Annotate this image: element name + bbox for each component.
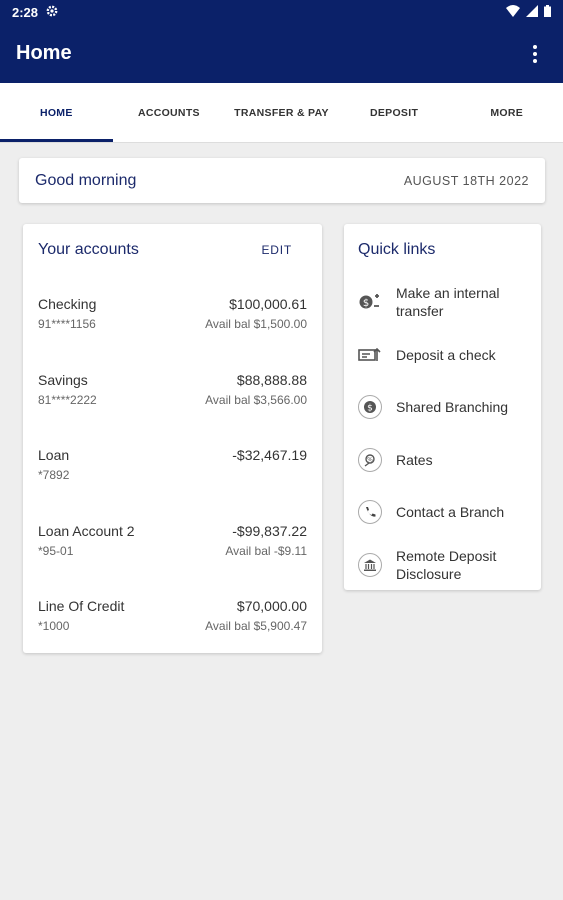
available-balance: Avail bal -$9.11 xyxy=(225,543,307,558)
app-bar: Home xyxy=(0,24,563,83)
account-balance: $70,000.00 xyxy=(236,598,307,614)
battery-icon xyxy=(544,4,551,20)
tab-more[interactable]: MORE xyxy=(450,83,563,142)
edit-accounts-button[interactable]: EDIT xyxy=(261,243,292,257)
greeting-card: Good morning AUGUST 18TH 2022 xyxy=(19,158,545,203)
quick-links-card: Quick links $ Make an internal transfer … xyxy=(344,224,541,590)
quick-link-internal-transfer[interactable]: $ Make an internal transfer xyxy=(358,276,527,329)
overflow-menu-icon[interactable] xyxy=(523,42,547,66)
quick-link-label: Shared Branching xyxy=(396,399,509,416)
account-name: Line Of Credit xyxy=(38,598,125,614)
account-number: *1000 xyxy=(38,619,70,633)
quick-link-shared-branching[interactable]: $ Shared Branching xyxy=(358,381,527,434)
greeting-date: AUGUST 18TH 2022 xyxy=(403,173,529,188)
signal-icon xyxy=(526,4,538,20)
page-title: Home xyxy=(16,42,72,64)
tab-transfer-pay[interactable]: TRANSFER & PAY xyxy=(225,83,338,142)
available-balance: Avail bal $1,500.00 xyxy=(205,317,307,331)
account-row-line-of-credit[interactable]: Line Of Credit *1000 $70,000.00 Avail bal … xyxy=(38,578,307,654)
account-number: *7892 xyxy=(38,468,70,482)
transfer-icon: $ xyxy=(358,290,382,314)
tab-accounts[interactable]: ACCOUNTS xyxy=(113,83,226,142)
account-balance: $88,888.88 xyxy=(236,371,307,388)
quick-link-contact-branch[interactable]: Contact a Branch xyxy=(358,486,527,539)
account-name: Loan Account 2 xyxy=(38,522,135,539)
quick-links-title: Quick links xyxy=(358,241,436,258)
svg-text:$: $ xyxy=(363,298,369,309)
bank-icon xyxy=(358,552,382,577)
account-row-loan-account-2[interactable]: Loan Account 2 *95-01 -$99,837.22 Avail ba… xyxy=(38,503,307,579)
tab-deposit[interactable]: DEPOSIT xyxy=(338,83,451,142)
quick-link-label: Make an internal transfer xyxy=(396,285,500,320)
account-name: Loan xyxy=(38,447,70,463)
available-balance: Avail bal $3,566.00 xyxy=(205,392,307,407)
account-name: Savings xyxy=(38,371,88,388)
quick-link-label: Rates xyxy=(396,451,433,468)
account-row-loan[interactable]: Loan *7892 -$32,467.19 xyxy=(38,427,307,503)
branch-icon: $ xyxy=(358,395,382,420)
status-time: 2:28 xyxy=(12,4,39,20)
tab-bar: HOME ACCOUNTS TRANSFER & PAY DEPOSIT MOR… xyxy=(0,83,563,143)
account-row-savings[interactable]: Savings 81****2222 $88,888.88 Avail bal $3… xyxy=(38,352,307,428)
rates-icon: % xyxy=(358,447,382,472)
svg-text:%: % xyxy=(367,456,373,463)
quick-link-label: Contact a Branch xyxy=(396,504,505,521)
quick-link-remote-deposit-disclosure[interactable]: Remote Deposit Disclosure xyxy=(358,539,527,592)
tab-home[interactable]: HOME xyxy=(0,83,113,142)
quick-link-deposit-check[interactable]: Deposit a check xyxy=(358,329,527,382)
accounts-title: Your accounts xyxy=(38,241,139,258)
account-number: *95-01 xyxy=(38,543,74,558)
available-balance: Avail bal $5,900.47 xyxy=(205,619,307,633)
svg-text:$: $ xyxy=(367,404,373,414)
phone-icon xyxy=(358,500,382,525)
greeting-text: Good morning xyxy=(35,171,137,189)
quick-link-rates[interactable]: % Rates xyxy=(358,434,527,487)
account-number: 81****2222 xyxy=(38,392,97,407)
wifi-icon xyxy=(506,4,520,20)
account-balance: -$32,467.19 xyxy=(232,447,307,463)
accounts-card: Your accounts EDIT Checking 91****1156 $1… xyxy=(23,224,322,653)
quick-link-label: Deposit a check xyxy=(396,346,496,363)
account-name: Checking xyxy=(38,296,97,312)
status-bar: 2:28 xyxy=(0,0,563,24)
settings-icon xyxy=(46,5,58,20)
account-balance: $100,000.61 xyxy=(229,296,307,312)
check-icon xyxy=(358,343,382,367)
account-balance: -$99,837.22 xyxy=(232,522,307,539)
account-number: 91****1156 xyxy=(38,317,96,331)
quick-link-label: Remote Deposit Disclosure xyxy=(396,547,497,582)
account-row-checking[interactable]: Checking 91****1156 $100,000.61 Avail bal … xyxy=(38,276,307,352)
